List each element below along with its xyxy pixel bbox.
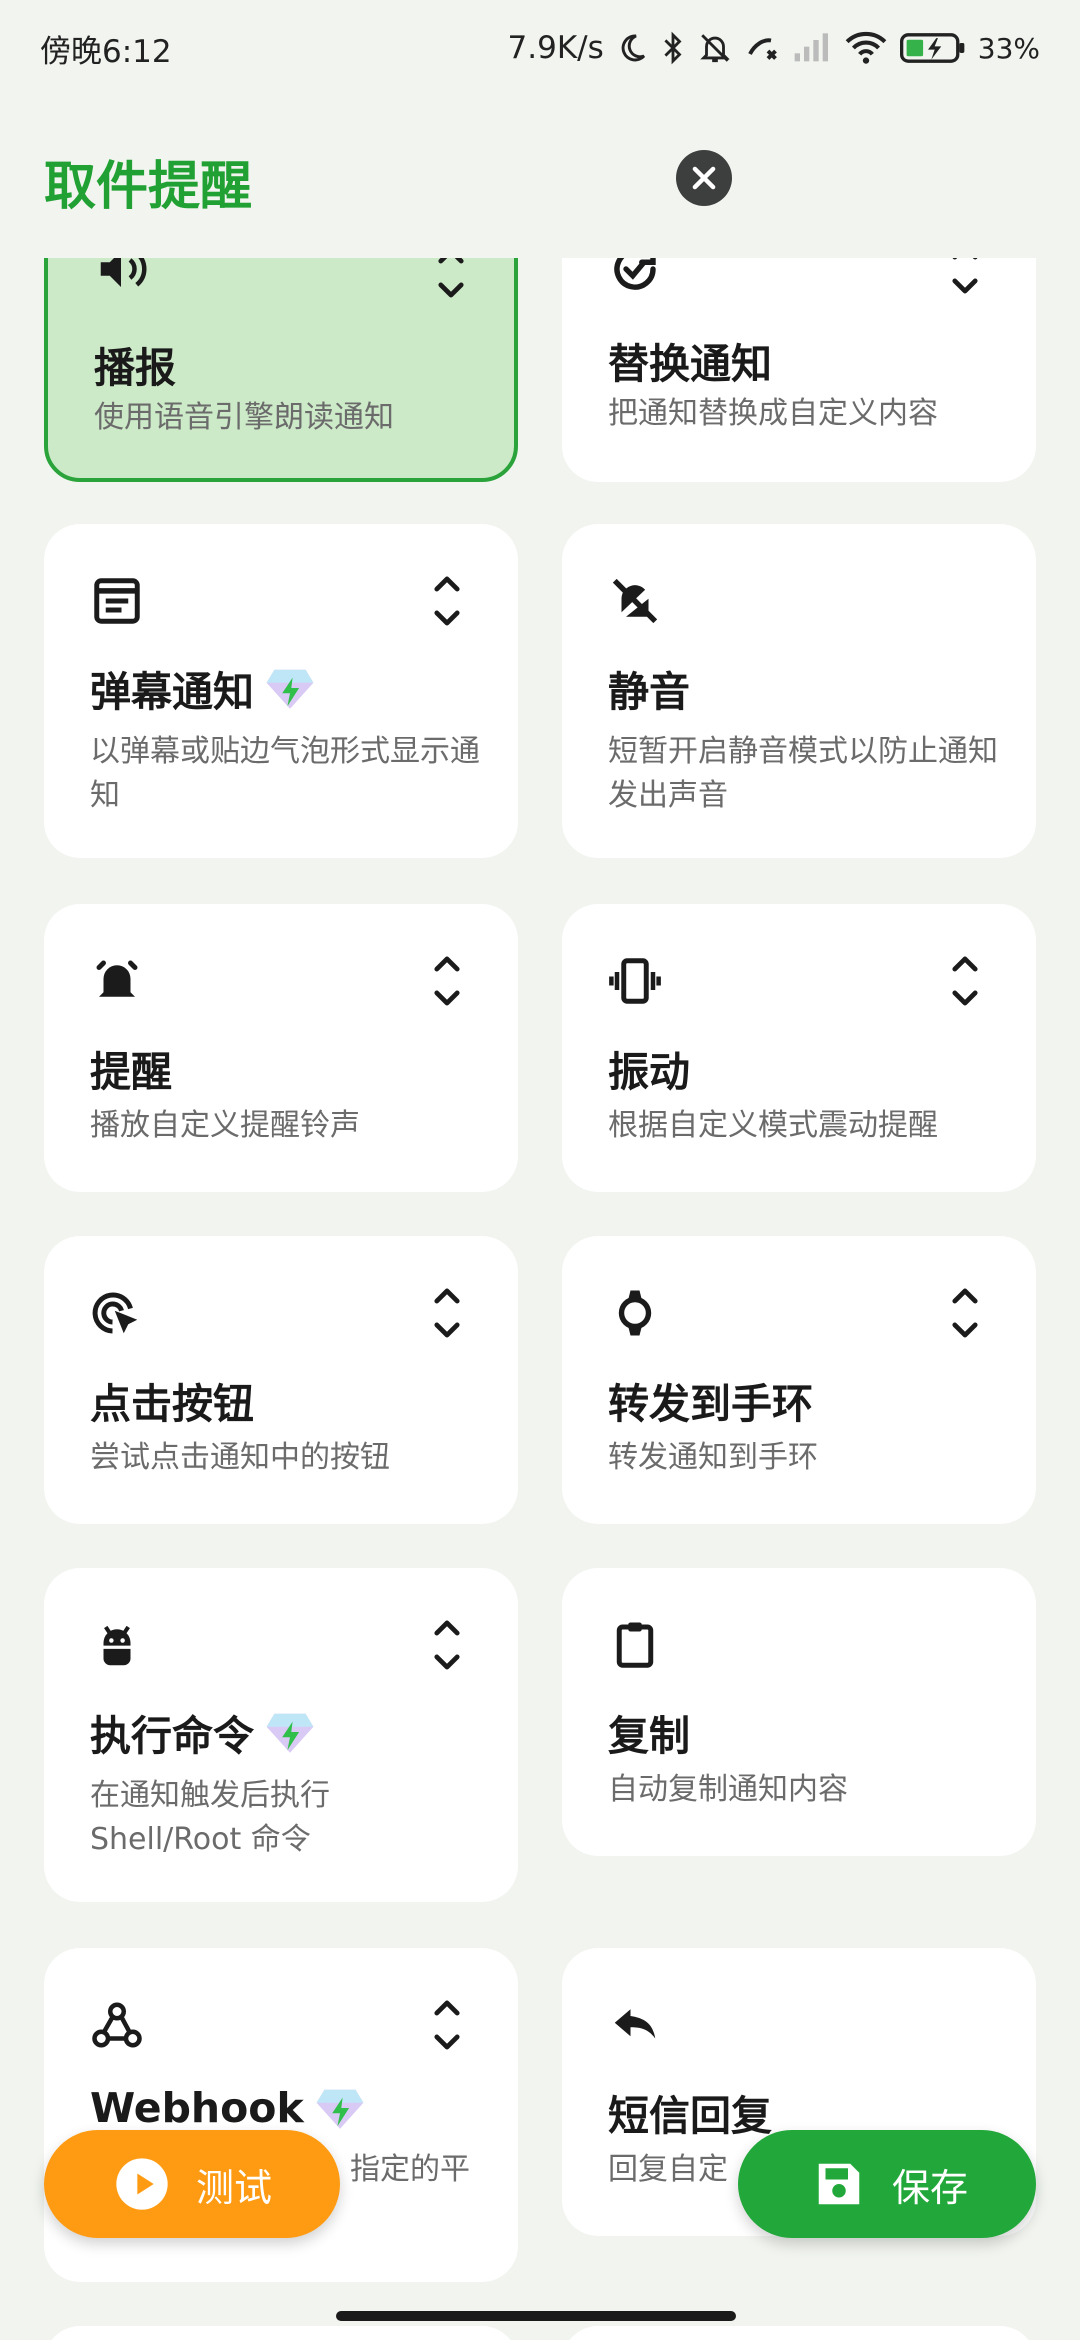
card-desc: 自动复制通知内容 xyxy=(608,1772,848,1807)
card-title: 弹幕通知 xyxy=(90,658,316,718)
card-title: 短信回复 xyxy=(608,2092,772,2140)
vibrate-icon xyxy=(609,958,661,1004)
card-partial xyxy=(44,2326,518,2340)
card-execute-command[interactable]: 执行命令 在通知触发后执行 Shell/Root 命令 xyxy=(44,1568,518,1902)
replace-icon xyxy=(614,258,656,290)
page-title: 取件提醒 xyxy=(44,157,253,217)
card-desc: 尝试点击通知中的按钮 xyxy=(90,1440,390,1475)
net-speed: 7.9K/s xyxy=(507,30,604,66)
status-icons: 7.9K/s 33% xyxy=(508,30,1040,66)
expand-icon[interactable] xyxy=(430,570,464,632)
moon-icon xyxy=(621,34,645,62)
card-click-button[interactable]: 点击按钮 尝试点击通知中的按钮 xyxy=(44,1236,518,1524)
card-reminder[interactable]: 提醒 播放自定义提醒铃声 xyxy=(44,904,518,1192)
navigation-handle[interactable] xyxy=(336,2311,736,2321)
test-button[interactable]: 测试 xyxy=(44,2130,340,2238)
card-title: 替换通知 xyxy=(608,340,772,388)
card-desc: 在通知触发后执行 Shell/Root 命令 xyxy=(90,1778,330,1857)
card-title: 复制 xyxy=(608,1712,690,1760)
expand-icon[interactable] xyxy=(948,950,982,1012)
card-broadcast[interactable]: 播报 使用语音引擎朗读通知 xyxy=(44,258,518,482)
card-partial xyxy=(562,2326,1036,2340)
battery-percent: 33% xyxy=(977,31,1040,65)
reply-icon xyxy=(614,2009,656,2039)
card-desc: 以弹幕或贴边气泡形式显示通知 xyxy=(90,734,480,813)
watch-icon xyxy=(618,1290,652,1336)
card-title: 点击按钮 xyxy=(90,1380,254,1428)
card-danmaku-notification[interactable]: 弹幕通知 以弹幕或贴边气泡形式显示通知 xyxy=(44,524,518,858)
play-icon xyxy=(116,2158,168,2210)
expand-icon[interactable] xyxy=(430,950,464,1012)
card-mute[interactable]: 静音 短暂开启静音模式以防止通知发出声音 xyxy=(562,524,1036,858)
save-button[interactable]: 保存 xyxy=(738,2130,1036,2238)
card-desc: 短暂开启静音模式以防止通知发出声音 xyxy=(608,734,998,813)
actions-scroll-area[interactable]: 播报 使用语音引擎朗读通知 替换通知 把通知替换成自定义内容 弹幕通知 以弹幕或… xyxy=(0,258,1080,2340)
expand-icon[interactable] xyxy=(430,1614,464,1676)
card-desc: 把通知替换成自定义内容 xyxy=(608,396,938,431)
card-replace-notification[interactable]: 替换通知 把通知替换成自定义内容 xyxy=(562,258,1036,482)
close-button[interactable] xyxy=(676,150,732,206)
wifi-icon xyxy=(845,31,887,64)
card-forward-to-band[interactable]: 转发到手环 转发通知到手环 xyxy=(562,1236,1036,1524)
clipboard-icon xyxy=(616,1622,654,1668)
close-icon xyxy=(692,166,716,190)
card-title: 静音 xyxy=(608,668,690,716)
expand-icon[interactable] xyxy=(434,258,468,304)
bluetooth-icon xyxy=(664,31,682,65)
danmaku-icon xyxy=(94,578,140,624)
card-title: Webhook xyxy=(90,2082,366,2134)
bell-off-status-icon xyxy=(700,34,730,63)
header: 取件提醒 xyxy=(0,130,1080,226)
card-title: 执行命令 xyxy=(90,1702,316,1762)
card-title: 振动 xyxy=(608,1048,690,1096)
card-desc: 根据自定义模式震动提醒 xyxy=(608,1108,938,1143)
save-icon xyxy=(818,2163,860,2205)
card-vibrate[interactable]: 振动 根据自定义模式震动提醒 xyxy=(562,904,1036,1192)
card-copy[interactable]: 复制 自动复制通知内容 xyxy=(562,1568,1036,1856)
android-icon xyxy=(103,1625,131,1666)
webhook-icon xyxy=(92,2002,142,2048)
call-missed-icon xyxy=(748,38,777,60)
expand-icon[interactable] xyxy=(430,1282,464,1344)
status-time: 傍晚6:12 xyxy=(40,33,172,70)
card-title: 提醒 xyxy=(90,1048,172,1096)
card-title: 转发到手环 xyxy=(608,1380,813,1428)
click-icon xyxy=(92,1292,138,1334)
expand-icon[interactable] xyxy=(948,1282,982,1344)
signal-icon xyxy=(794,33,828,62)
save-button-label: 保存 xyxy=(892,2165,969,2210)
card-desc: 转发通知到手环 xyxy=(608,1440,818,1475)
card-desc: 播放自定义提醒铃声 xyxy=(90,1108,360,1143)
premium-gem-icon xyxy=(266,1713,314,1753)
card-desc: 使用语音引擎朗读通知 xyxy=(94,400,394,435)
status-bar: 傍晚6:12 7.9K/s 33% xyxy=(0,0,1080,96)
premium-gem-icon xyxy=(266,669,314,709)
bell-off-icon xyxy=(612,578,658,624)
test-button-label: 测试 xyxy=(196,2165,273,2210)
card-title: 播报 xyxy=(94,344,176,392)
speaker-icon xyxy=(100,258,147,287)
battery-icon xyxy=(899,33,965,63)
expand-icon[interactable] xyxy=(430,1994,464,2056)
expand-icon[interactable] xyxy=(948,258,982,300)
premium-gem-icon xyxy=(316,2089,364,2129)
bell-ring-icon xyxy=(96,960,138,1002)
